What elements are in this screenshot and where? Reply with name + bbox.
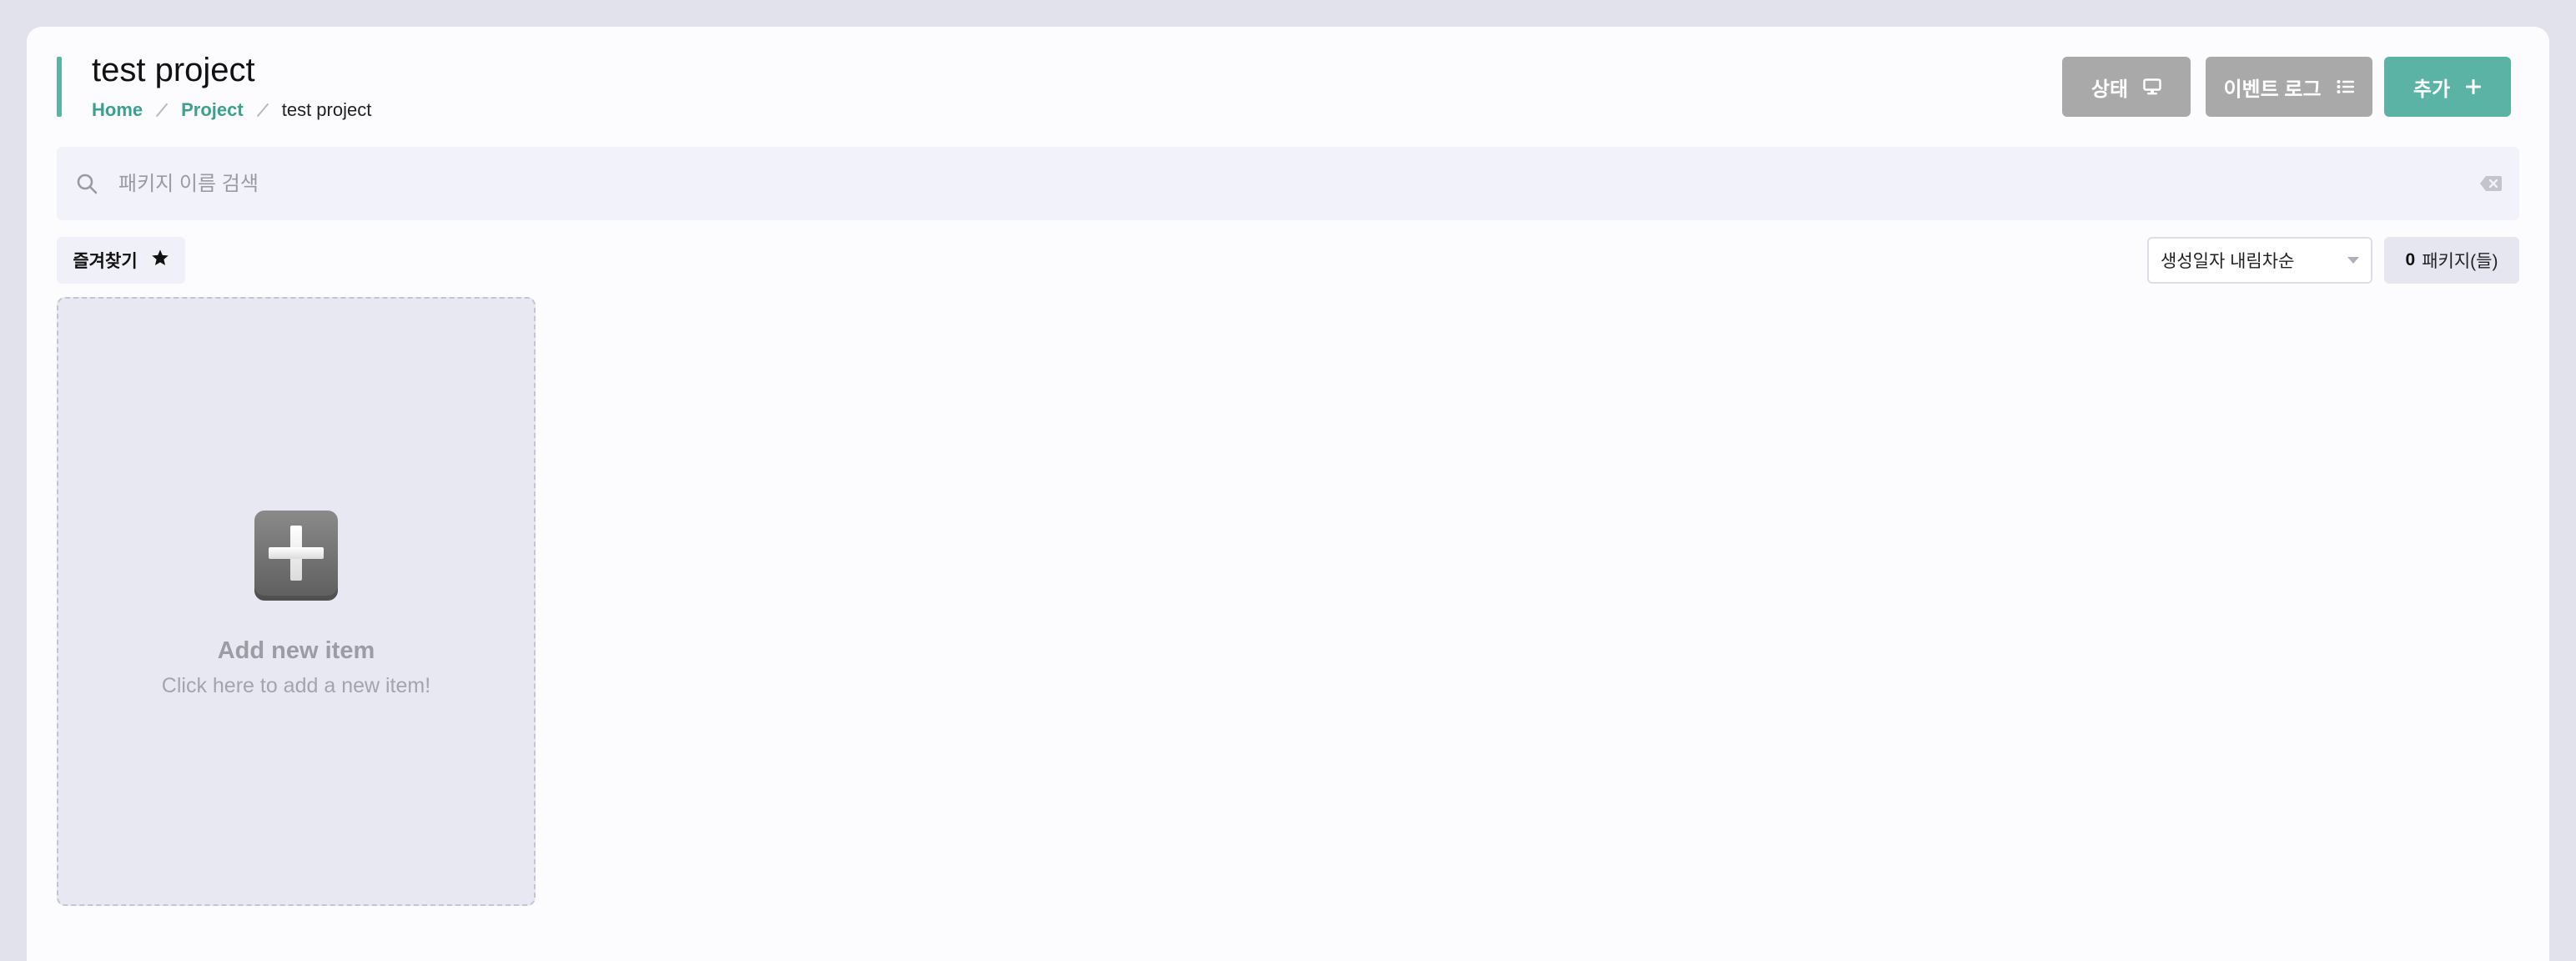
search-icon [75,172,98,195]
breadcrumb-home-link[interactable]: Home [92,97,143,123]
sort-order-select[interactable]: 생성일자 내림차순 [2147,237,2372,284]
add-button[interactable]: 추가 [2384,57,2511,117]
main-panel: test project Home Project test project 상… [27,27,2549,961]
event-log-button-label: 이벤트 로그 [2223,78,2322,101]
status-button-label: 상태 [2090,78,2129,101]
star-icon [151,249,169,272]
event-log-button[interactable]: 이벤트 로그 [2206,57,2372,117]
list-icon [2337,79,2355,94]
breadcrumb: Home Project test project [92,97,371,123]
add-new-item-card[interactable]: Add new item Click here to add a new ite… [57,297,536,906]
plus-tile-icon [252,509,340,602]
chevron-down-icon [2347,257,2359,264]
title-accent-bar [57,57,62,117]
add-card-subtitle: Click here to add a new item! [161,674,431,697]
breadcrumb-separator [155,103,169,118]
package-count-label: 패키지(들) [2422,252,2498,271]
plus-icon [2465,78,2482,95]
package-count-badge: 0 패키지(들) [2384,237,2519,284]
add-card-title: Add new item [217,637,375,664]
backspace-clear-icon[interactable] [2479,174,2503,194]
page-title: test project [92,52,255,88]
breadcrumb-separator [256,103,269,118]
sort-order-value: 생성일자 내림차순 [2161,252,2295,271]
search-input[interactable] [117,162,2456,207]
package-count-value: 0 [2405,250,2416,269]
status-button[interactable]: 상태 [2062,57,2191,117]
monitor-icon [2143,78,2161,95]
add-button-label: 추가 [2412,78,2451,101]
breadcrumb-project-link[interactable]: Project [181,97,244,123]
favorites-filter-button[interactable]: 즐겨찾기 [57,237,185,284]
search-bar [57,147,2519,220]
favorites-label: 즐겨찾기 [73,252,138,271]
breadcrumb-current: test project [281,99,372,120]
